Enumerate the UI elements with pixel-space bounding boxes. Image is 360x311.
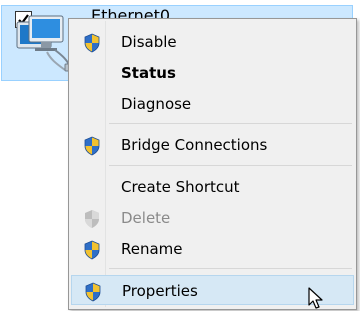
shield-icon: [84, 136, 100, 156]
menu-item-label: Create Shortcut: [121, 178, 240, 196]
menu-item-label: Delete: [121, 209, 171, 227]
menu-item-rename[interactable]: Rename: [71, 234, 354, 264]
shield-icon: [85, 210, 99, 228]
menu-separator: [109, 123, 352, 124]
menu-item-delete: Delete: [71, 203, 354, 233]
shield-icon: [85, 282, 101, 302]
menu-item-status[interactable]: Status: [71, 58, 354, 88]
menu-item-create-shortcut[interactable]: Create Shortcut: [71, 172, 354, 202]
menu-item-bridge-connections[interactable]: Bridge Connections: [71, 130, 354, 160]
menu-item-label: Bridge Connections: [121, 136, 268, 154]
shield-icon: [84, 33, 100, 53]
menu-item-label: Diagnose: [121, 95, 192, 113]
menu-item-label: Status: [121, 64, 176, 82]
menu-item-disable[interactable]: Disable: [71, 27, 354, 57]
shield-icon: [84, 240, 100, 260]
menu-separator: [109, 165, 352, 166]
menu-item-diagnose[interactable]: Diagnose: [71, 89, 354, 119]
menu-separator: [109, 268, 352, 269]
context-menu: Disable Status Diagnose Bridge Connectio…: [68, 18, 357, 310]
menu-item-label: Properties: [122, 282, 198, 300]
mouse-cursor-icon: [308, 287, 323, 309]
menu-item-label: Rename: [121, 240, 183, 258]
menu-item-label: Disable: [121, 33, 177, 51]
